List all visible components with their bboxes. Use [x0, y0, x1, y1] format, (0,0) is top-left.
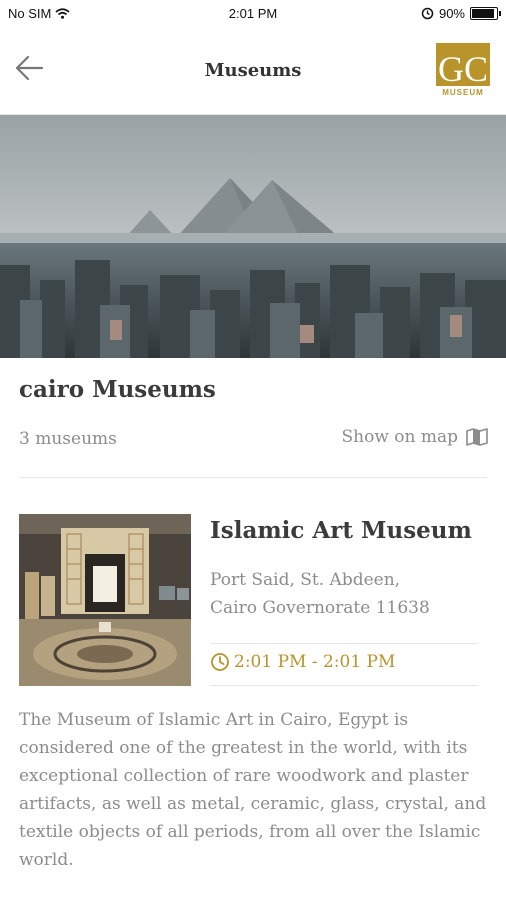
page-title: Museums: [204, 60, 302, 81]
logo[interactable]: GC MUSEUM: [436, 43, 490, 97]
divider: [210, 685, 478, 686]
museum-count: 3 museums: [19, 429, 117, 449]
section-title: cairo Museums: [19, 376, 216, 403]
museum-thumbnail[interactable]: [19, 514, 191, 686]
status-bar: No SIM 2:01 PM 90%: [0, 0, 506, 28]
clock-icon: [211, 653, 229, 671]
logo-text: GC: [438, 49, 488, 89]
hero-image: [0, 115, 506, 358]
battery-percent: 90%: [438, 6, 465, 21]
show-on-map-label: Show on map: [341, 427, 458, 447]
divider: [19, 477, 487, 478]
battery-icon: [470, 7, 501, 20]
show-on-map-button[interactable]: Show on map: [341, 427, 488, 447]
map-icon: [466, 428, 488, 446]
opening-hours: 2:01 PM - 2:01 PM: [210, 652, 395, 672]
logo-subtext: MUSEUM: [442, 88, 484, 97]
alarm-lock-icon: [421, 7, 434, 20]
address-line-1: Port Said, St. Abdeen,: [210, 570, 401, 590]
address-line-2: Cairo Governorate 11638: [210, 598, 430, 618]
hours-label: 2:01 PM - 2:01 PM: [234, 652, 396, 672]
museum-name[interactable]: Islamic Art Museum: [210, 517, 472, 544]
museum-description: The Museum of Islamic Art in Cairo, Egyp…: [19, 710, 487, 870]
museum-address: Port Said, St. Abdeen, Cairo Governorate…: [210, 566, 480, 622]
navigation-bar: Museums GC MUSEUM: [0, 28, 506, 115]
divider: [210, 643, 478, 644]
